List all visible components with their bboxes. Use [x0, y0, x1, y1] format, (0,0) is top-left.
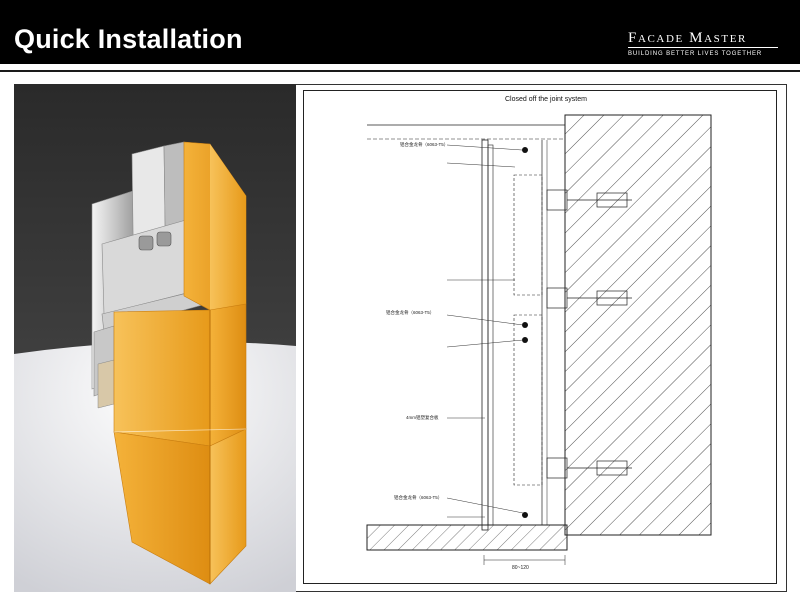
header-divider — [0, 70, 800, 72]
drawing-title: Closed off the joint system — [505, 96, 587, 103]
label-profile-bottom: 铝合金龙骨（6063-T5） — [394, 495, 443, 500]
brand-logo-text: Facade Master — [628, 30, 747, 46]
label-profile-top: 铝合金龙骨（6063-T5） — [400, 142, 449, 147]
facade-render-image — [14, 84, 296, 592]
label-profile-mid: 铝合金龙骨（6063-T5） — [386, 310, 435, 315]
brand-tagline: BUILDING BETTER LIVES TOGETHER — [628, 51, 763, 57]
brand-underline — [628, 47, 778, 48]
drawing-border — [303, 90, 777, 584]
page-title: Quick Installation — [14, 24, 243, 54]
label-panel: 4mm铝塑复合板 — [406, 415, 439, 420]
facade-render-illustration — [14, 84, 296, 592]
